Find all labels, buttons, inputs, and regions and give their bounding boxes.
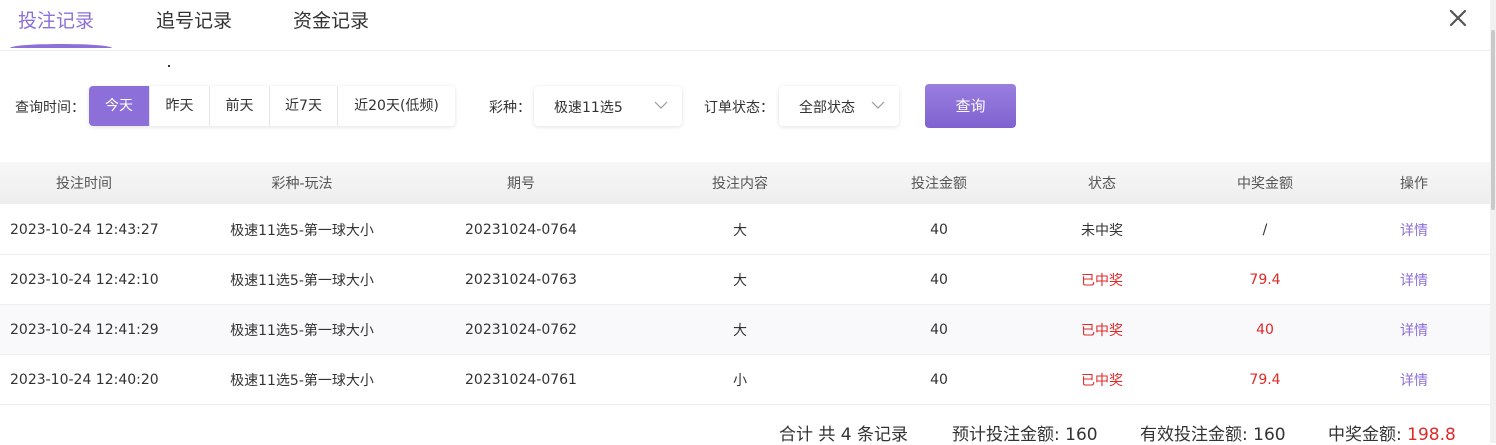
details-link[interactable]: 详情 [1400,355,1428,404]
win-total-value: 198.8 [1407,425,1456,445]
cell-win-amount: / [1262,221,1268,238]
close-button[interactable] [1446,6,1470,30]
active-tab-indicator [10,44,112,48]
cell-bet-content: 大 [733,272,747,289]
cell-issue: 20231024-0763 [465,271,577,288]
cell-bet-amount: 40 [930,221,948,238]
cell-lottery-play: 极速11选5-第一球大小 [230,322,374,339]
header-issue: 期号 [507,176,535,192]
header-action: 操作 [1400,176,1428,192]
decorative-dot [168,65,170,67]
cell-win-amount: 40 [1256,321,1274,338]
details-link[interactable]: 详情 [1400,205,1428,254]
expected-bet-total: 预计投注金额: 160 [952,420,1098,445]
cell-status: 未中奖 [1081,222,1123,239]
table-header: 投注时间 彩种-玩法 期号 投注内容 投注金额 状态 中奖金额 操作 [0,162,1490,204]
cell-win-amount: 79.4 [1249,271,1281,288]
chevron-down-icon [871,101,885,109]
query-button[interactable]: 查询 [925,84,1016,128]
time-range-selector: 今天 昨天 前天 近7天 近20天(低频) [89,86,455,126]
lottery-select[interactable]: 极速11选5 [534,86,682,126]
table-row: 2023-10-24 12:43:27 极速11选5-第一球大小 2023102… [0,205,1490,255]
cell-bet-time: 2023-10-24 12:42:10 [10,271,159,288]
cell-bet-time: 2023-10-24 12:43:27 [10,221,159,238]
win-total-label: 中奖金额: [1328,425,1408,445]
cell-win-amount: 79.4 [1249,371,1281,388]
cell-lottery-play: 极速11选5-第一球大小 [230,222,374,239]
header-bet-amount: 投注金额 [911,176,967,192]
scrollbar-thumb[interactable] [1491,30,1495,210]
chevron-down-icon [654,101,668,109]
time-option-yesterday[interactable]: 昨天 [149,86,209,126]
header-bet-content: 投注内容 [712,176,768,192]
table-row: 2023-10-24 12:40:20 极速11选5-第一球大小 2023102… [0,355,1490,405]
effective-bet-label: 有效投注金额: [1140,425,1254,445]
win-total: 中奖金额: 198.8 [1328,420,1456,445]
cell-issue: 20231024-0764 [465,221,577,238]
cell-lottery-play: 极速11选5-第一球大小 [230,372,374,389]
cell-bet-time: 2023-10-24 12:40:20 [10,371,159,388]
cell-bet-content: 小 [733,372,747,389]
expected-bet-value: 160 [1065,425,1098,445]
expected-bet-label: 预计投注金额: [952,425,1066,445]
time-option-day-before[interactable]: 前天 [209,86,269,126]
cell-status: 已中奖 [1081,372,1123,389]
time-option-7-days[interactable]: 近7天 [269,86,337,126]
tab-chase-records[interactable]: 追号记录 [156,6,232,33]
cell-bet-content: 大 [733,222,747,239]
lottery-filter-label: 彩种： [489,100,531,116]
cell-bet-amount: 40 [930,371,948,388]
record-count: 合计 共 4 条记录 [779,425,909,445]
header-win-amount: 中奖金额 [1237,176,1293,192]
time-option-today[interactable]: 今天 [89,86,149,126]
cell-status: 已中奖 [1081,322,1123,339]
effective-bet-total: 有效投注金额: 160 [1140,420,1286,445]
tab-bet-records[interactable]: 投注记录 [18,6,94,33]
time-filter-label: 查询时间： [15,100,85,116]
header-lottery-play: 彩种-玩法 [271,176,333,192]
cell-bet-amount: 40 [930,271,948,288]
status-select[interactable]: 全部状态 [779,86,899,126]
cell-issue: 20231024-0762 [465,321,577,338]
cell-issue: 20231024-0761 [465,371,577,388]
status-select-value: 全部状态 [799,100,855,116]
cell-bet-amount: 40 [930,321,948,338]
effective-bet-value: 160 [1253,425,1286,445]
time-option-20-days[interactable]: 近20天(低频) [337,86,455,126]
cell-bet-time: 2023-10-24 12:41:29 [10,321,159,338]
details-link[interactable]: 详情 [1400,255,1428,304]
lottery-select-value: 极速11选5 [554,100,623,116]
cell-bet-content: 大 [733,322,747,339]
status-filter-label: 订单状态： [704,100,774,116]
close-icon [1449,9,1467,27]
header-status: 状态 [1088,176,1116,192]
tab-fund-records[interactable]: 资金记录 [293,6,369,33]
table-row: 2023-10-24 12:41:29 极速11选5-第一球大小 2023102… [0,305,1490,355]
details-link[interactable]: 详情 [1400,305,1428,354]
table-row: 2023-10-24 12:42:10 极速11选5-第一球大小 2023102… [0,255,1490,305]
tab-bar: 投注记录 追号记录 资金记录 [0,0,1490,51]
cell-status: 已中奖 [1081,272,1123,289]
header-bet-time: 投注时间 [56,176,112,192]
cell-lottery-play: 极速11选5-第一球大小 [230,272,374,289]
